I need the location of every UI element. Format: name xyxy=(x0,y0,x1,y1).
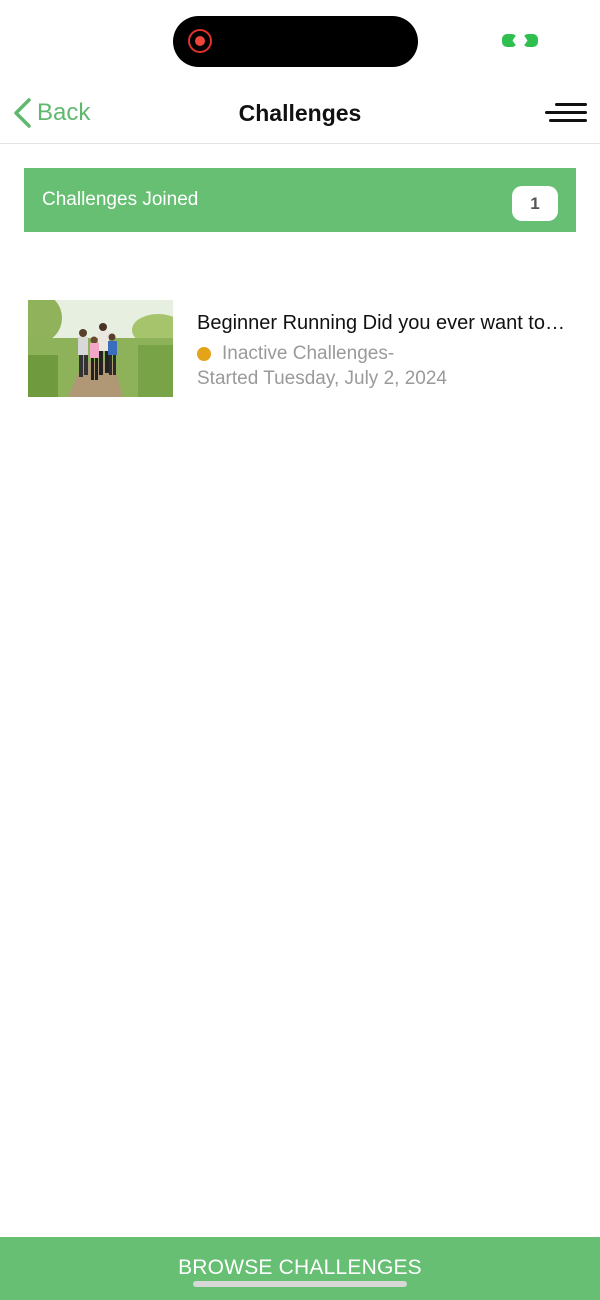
challenge-list-item[interactable]: Beginner Running Did you ever want to… I… xyxy=(28,300,588,397)
challenge-status: Inactive Challenges- xyxy=(197,343,394,365)
challenges-joined-count-badge: 1 xyxy=(512,186,558,221)
challenge-title: Beginner Running Did you ever want to… xyxy=(197,312,565,334)
page-title: Challenges xyxy=(238,100,362,126)
status-bar xyxy=(0,0,600,82)
status-dot-icon xyxy=(197,347,211,361)
dynamic-island xyxy=(173,16,418,67)
hamburger-menu-icon[interactable] xyxy=(545,102,587,124)
browse-challenges-label: BROWSE CHALLENGES xyxy=(178,1256,422,1279)
challenge-status-text: Inactive Challenges- xyxy=(222,343,395,364)
family-running-photo xyxy=(28,300,173,397)
challenges-joined-banner: Challenges Joined 1 xyxy=(24,168,576,232)
screen-recording-icon xyxy=(188,29,212,53)
browse-challenges-button[interactable]: BROWSE CHALLENGES xyxy=(0,1237,600,1300)
challenges-joined-label: Challenges Joined xyxy=(42,189,199,210)
home-indicator[interactable] xyxy=(193,1281,407,1287)
nav-bar: Back Challenges xyxy=(0,82,600,144)
challenge-thumbnail xyxy=(28,300,173,397)
challenge-start-date: Started Tuesday, July 2, 2024 xyxy=(197,368,447,389)
link-icon xyxy=(502,32,538,50)
